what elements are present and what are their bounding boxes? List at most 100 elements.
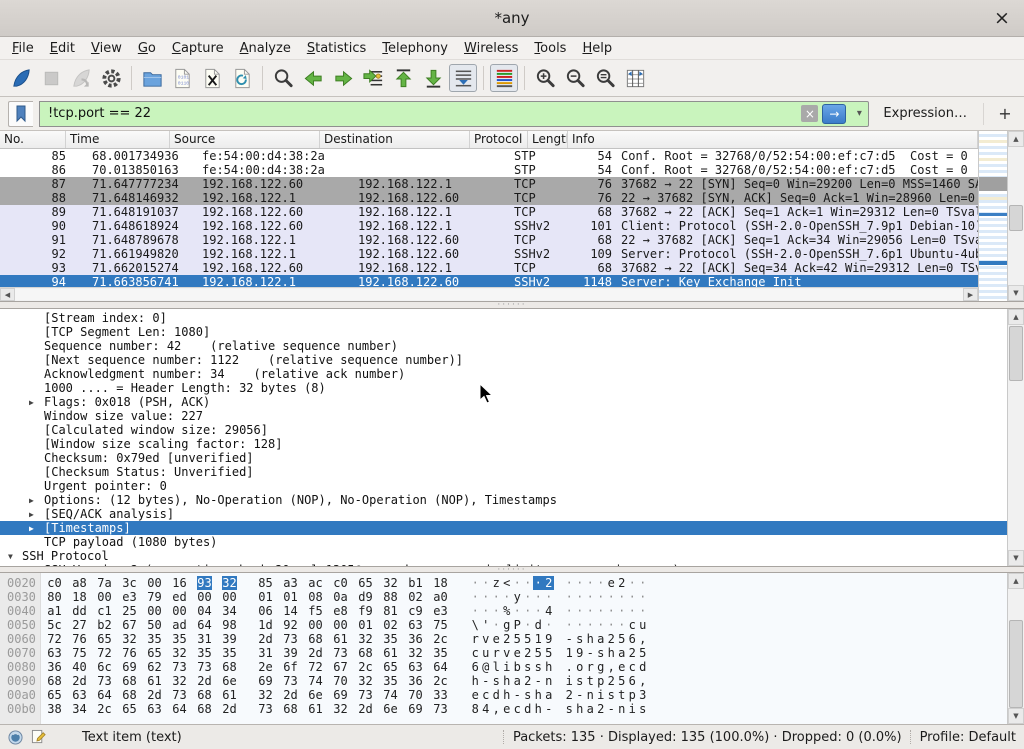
packet-row-93[interactable]: 9371.662015274192.168.122.60192.168.122.… [0,261,978,275]
hex-byte[interactable]: e8 [333,604,348,618]
hex-byte[interactable]: 32 [358,674,373,688]
packet-list-header[interactable]: No.TimeSourceDestinationProtocolLengthIn… [0,131,978,149]
hex-byte[interactable]: a1 [47,604,62,618]
hex-byte[interactable]: 3c [122,576,137,590]
scroll-down-icon[interactable]: ▼ [1008,550,1024,566]
filter-bookmark-button[interactable] [8,101,33,127]
vscroll-thumb[interactable] [1009,326,1023,381]
hex-row-0020[interactable]: 0020c0a87a3c0016933285a3acc06532b118··z<… [0,576,1007,590]
hex-row-0040[interactable]: 0040a1ddc125000004340614f5e8f981c9e3···%… [0,604,1007,618]
column-header-length[interactable]: Length [528,131,568,148]
hex-byte[interactable]: 00 [222,590,237,604]
hex-byte[interactable]: 27 [72,618,87,632]
hex-byte[interactable]: c1 [97,604,112,618]
detail-line[interactable]: ▶Flags: 0x018 (PSH, ACK) [0,395,1007,409]
hex-byte[interactable]: 73 [358,688,373,702]
hex-byte[interactable]: 08 [308,590,323,604]
detail-line[interactable]: TCP payload (1080 bytes) [0,535,1007,549]
hex-byte[interactable]: 35 [172,632,187,646]
hex-byte[interactable]: 25 [122,604,137,618]
go-to-packet-button[interactable] [359,64,387,92]
detail-line[interactable]: Window size value: 227 [0,409,1007,423]
column-header-source[interactable]: Source [170,131,320,148]
hex-byte[interactable]: c0 [333,576,348,590]
hex-byte[interactable]: 2d [197,674,212,688]
hex-byte[interactable]: 00 [333,618,348,632]
hex-byte[interactable]: 75 [433,618,448,632]
hex-byte[interactable]: 65 [122,702,137,716]
hex-byte[interactable]: 2d [308,646,323,660]
zoom-out-button[interactable] [561,64,589,92]
hex-byte[interactable]: 2c [433,674,448,688]
hex-byte[interactable]: 6c [97,660,112,674]
hex-byte[interactable]: 00 [172,604,187,618]
hex-byte[interactable]: 92 [283,618,298,632]
file-close-button[interactable] [198,64,226,92]
packet-row-88[interactable]: 8871.648146932192.168.122.1192.168.122.6… [0,191,978,205]
expand-icon[interactable]: ▶ [29,564,34,566]
hex-byte[interactable]: 40 [72,660,87,674]
hex-byte[interactable]: 81 [383,604,398,618]
hex-byte[interactable]: 69 [258,674,273,688]
hex-ascii[interactable]: ··z<···2····e2·· [470,576,648,590]
hex-byte[interactable]: 68 [308,632,323,646]
expand-icon[interactable]: ▶ [29,396,34,410]
packet-row-94[interactable]: 9471.663856741192.168.122.1192.168.122.6… [0,275,978,287]
capture-comment-icon[interactable] [31,729,46,745]
menu-item-capture[interactable]: Capture [164,39,232,58]
detail-line[interactable]: ▶SSH Version 2 (encryption:chacha20-poly… [0,563,1007,566]
hex-byte[interactable]: 36 [47,660,62,674]
hex-byte[interactable]: 32 [408,646,423,660]
packet-row-90[interactable]: 9071.648618924192.168.122.60192.168.122.… [0,219,978,233]
hex-ascii[interactable]: ···%···4········ [470,604,648,618]
hex-byte[interactable]: 39 [283,646,298,660]
detail-line[interactable]: ▶[SEQ/ACK analysis] [0,507,1007,521]
hex-byte[interactable]: 06 [258,604,273,618]
hex-byte[interactable]: 68 [222,660,237,674]
hex-byte[interactable]: 76 [122,646,137,660]
details-vscrollbar[interactable]: ▲ ▼ [1007,309,1024,566]
hex-ascii[interactable]: h-sha2-nistp256, [470,674,648,688]
packet-row-85[interactable]: 8568.001734936fe:54:00:d4:38:2aSTP54Conf… [0,149,978,163]
hex-byte[interactable]: 7a [97,576,112,590]
hex-byte[interactable]: 64 [97,688,112,702]
display-filter-input[interactable]: × → ▾ [39,101,869,127]
column-header-time[interactable]: Time [66,131,170,148]
hex-byte[interactable]: 01 [258,590,273,604]
bytes-vscrollbar[interactable]: ▲ ▼ [1007,573,1024,724]
scroll-up-icon[interactable]: ▲ [1008,131,1024,147]
packet-row-86[interactable]: 8670.013850163fe:54:00:d4:38:2aSTP54Conf… [0,163,978,177]
hex-byte[interactable]: 73 [97,674,112,688]
menu-item-view[interactable]: View [83,39,130,58]
zoom-100-button[interactable] [591,64,619,92]
hex-byte[interactable]: 64 [197,618,212,632]
hex-byte[interactable]: f5 [308,604,323,618]
hex-byte[interactable]: 61 [222,688,237,702]
hex-byte[interactable]: 16 [172,576,187,590]
expand-icon[interactable]: ▶ [29,494,34,508]
hex-ascii[interactable]: rve25519-sha256, [470,632,648,646]
hex-byte[interactable]: 32 [172,646,187,660]
hex-byte[interactable]: 38 [47,702,62,716]
expand-icon[interactable]: ▶ [29,522,34,536]
hex-byte[interactable]: 0a [333,590,348,604]
hex-byte[interactable]: 68 [358,646,373,660]
hex-byte[interactable]: 65 [383,660,398,674]
menu-item-wireless[interactable]: Wireless [456,39,526,58]
hex-byte[interactable]: 79 [147,590,162,604]
hex-byte[interactable]: 04 [197,604,212,618]
hex-byte[interactable]: 68 [122,674,137,688]
hex-byte[interactable]: 98 [222,618,237,632]
hex-byte[interactable]: 2c [97,702,112,716]
hex-byte[interactable]: 2d [283,688,298,702]
hex-byte[interactable]: 68 [197,688,212,702]
hex-byte[interactable]: 62 [147,660,162,674]
hex-byte[interactable]: 35 [147,632,162,646]
hex-byte[interactable]: 36 [408,632,423,646]
menu-item-help[interactable]: Help [574,39,620,58]
expand-icon[interactable]: ▶ [29,508,34,522]
hex-byte[interactable]: e3 [122,590,137,604]
find-packet-button[interactable] [269,64,297,92]
hex-byte[interactable]: 63 [408,618,423,632]
hex-row-0030[interactable]: 0030801800e379ed00000101080ad98802a0····… [0,590,1007,604]
